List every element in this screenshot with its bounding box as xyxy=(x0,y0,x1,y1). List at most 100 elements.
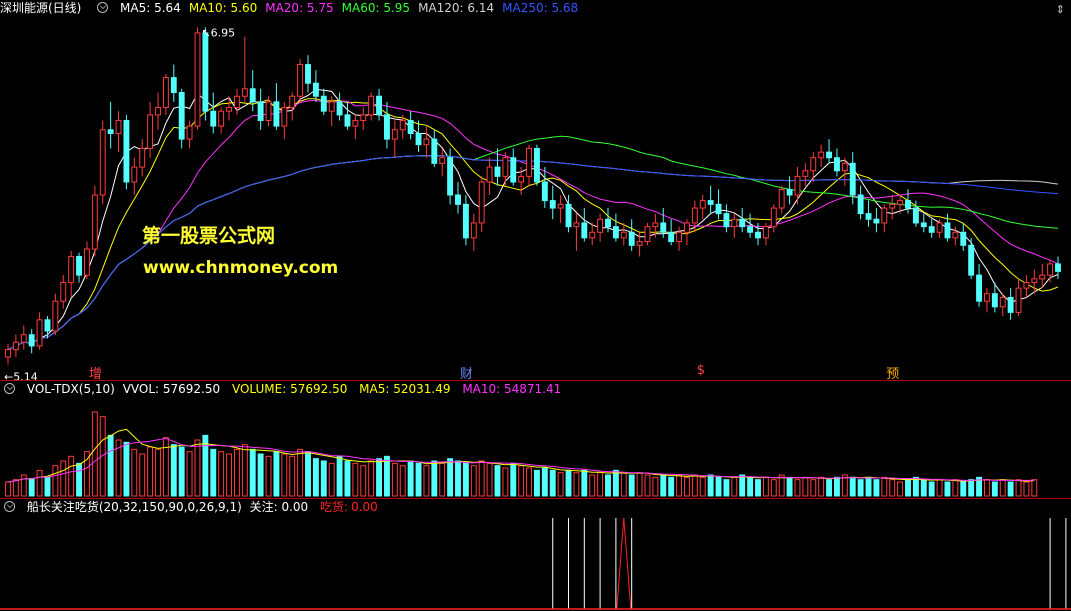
volume-bar xyxy=(723,479,730,497)
volume-bar xyxy=(644,474,651,497)
candle-body xyxy=(762,226,769,239)
volume-bar xyxy=(1031,479,1038,497)
price-chart: ↖6.95 ←5.14 xyxy=(4,26,1061,380)
candle-body xyxy=(415,133,422,146)
volume-bar xyxy=(234,448,240,497)
candle-body xyxy=(699,200,706,209)
ma-line-ma5 xyxy=(7,88,1059,351)
volume-bar xyxy=(44,476,51,497)
candle-body xyxy=(834,157,840,172)
candle-body xyxy=(999,296,1006,308)
volume-bar xyxy=(194,439,201,497)
volume-bar xyxy=(873,479,880,497)
volume-bar xyxy=(565,469,572,497)
candle-body xyxy=(565,203,572,228)
volume-bar xyxy=(865,476,872,497)
volume-bar xyxy=(218,451,225,497)
candle-body xyxy=(684,222,690,233)
volume-bar xyxy=(605,474,611,497)
candle-body xyxy=(1039,274,1046,280)
candle-body xyxy=(518,175,525,183)
volume-bar xyxy=(336,455,343,497)
vol-ma5-value: MA5: 52031.49 xyxy=(359,382,451,396)
volume-bar xyxy=(249,448,256,497)
settings-circle-icon[interactable] xyxy=(4,383,15,394)
volume-bar xyxy=(162,437,169,497)
volume-bar xyxy=(786,476,793,497)
volume-bar xyxy=(747,476,754,497)
candle-body xyxy=(423,138,430,146)
volume-bar xyxy=(84,451,90,497)
volume-bar xyxy=(573,472,580,497)
candle-body xyxy=(873,218,880,224)
volume-bar xyxy=(905,479,911,497)
volume-bar xyxy=(581,469,588,497)
volume-bar xyxy=(68,455,75,497)
event-marker[interactable]: $ xyxy=(697,363,705,378)
candle-body xyxy=(920,222,927,228)
vvol-value: VVOL: 57692.50 xyxy=(122,382,221,396)
candle-body xyxy=(1007,296,1014,313)
volume-bar xyxy=(660,474,667,497)
candle-body xyxy=(139,147,146,168)
candle-body xyxy=(241,88,248,97)
candle-body xyxy=(462,203,469,239)
volume-bar xyxy=(20,474,27,497)
volume-bar xyxy=(139,453,146,497)
candle-body xyxy=(273,101,280,127)
volume-bar xyxy=(762,476,769,497)
candle-body xyxy=(218,110,225,127)
volume-bar xyxy=(912,476,919,497)
volume-bar xyxy=(699,476,706,497)
candle-body xyxy=(849,162,856,196)
candle-body xyxy=(439,157,446,164)
candle-body xyxy=(486,166,493,183)
indicator-title: 船长关注吃货(20,32,150,90,0,26,9,1) xyxy=(26,500,242,514)
volume-bar xyxy=(834,476,840,497)
volume-bar xyxy=(968,479,975,497)
candle-body xyxy=(115,119,122,135)
candle-body xyxy=(28,334,35,347)
candle-body xyxy=(155,106,161,116)
volume-bar xyxy=(494,465,501,497)
volume-bar xyxy=(12,479,19,497)
candle-body xyxy=(234,95,240,108)
candle-body xyxy=(312,82,319,97)
volume-value: VOLUME: 57692.50 xyxy=(231,382,348,396)
candle-body xyxy=(668,231,675,243)
volume-bar xyxy=(186,451,193,497)
candle-body xyxy=(76,255,82,276)
vol-ma10-value: MA10: 54871.41 xyxy=(462,382,562,396)
settings-circle-icon[interactable] xyxy=(4,501,15,512)
candle-body xyxy=(68,255,75,284)
volume-bar xyxy=(407,460,414,497)
volume-bar xyxy=(897,481,904,497)
candle-body xyxy=(510,157,517,183)
candle-body xyxy=(826,151,833,159)
candle-body xyxy=(928,226,935,233)
volume-bar xyxy=(447,458,454,497)
candle-body xyxy=(123,119,130,183)
candle-body xyxy=(597,218,604,233)
volume-bar xyxy=(1015,479,1022,497)
candle-body xyxy=(60,282,67,302)
candle-body xyxy=(249,88,256,103)
candle-body xyxy=(636,241,643,246)
volume-bar xyxy=(60,460,67,497)
volume-bar xyxy=(305,451,311,497)
candle-body xyxy=(620,231,627,239)
candle-body xyxy=(541,181,548,202)
volume-bar xyxy=(857,479,864,497)
candle-body xyxy=(747,226,754,233)
candle-body xyxy=(470,222,477,239)
volume-bar xyxy=(257,453,264,497)
candle-body xyxy=(731,218,738,228)
volume-bar xyxy=(123,441,130,497)
candle-body xyxy=(589,231,596,239)
candle-body xyxy=(1055,263,1061,272)
candle-body xyxy=(257,101,264,121)
volume-bar xyxy=(920,479,927,497)
volume-bar xyxy=(170,444,177,497)
volume-bar xyxy=(147,446,154,497)
volume-bar xyxy=(881,476,888,497)
